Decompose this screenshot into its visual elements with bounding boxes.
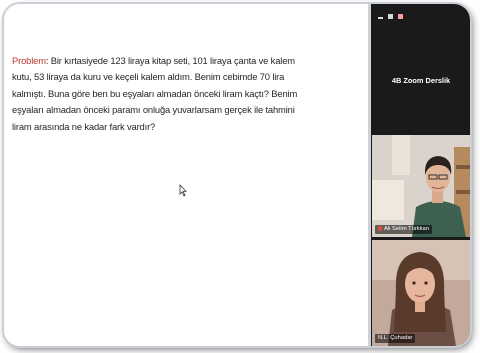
participant-name-tag: Ali Selim Türkkan bbox=[375, 224, 432, 234]
participant-name-tag: N.L. Çuhadar bbox=[375, 334, 416, 343]
muted-mic-icon bbox=[378, 225, 382, 231]
close-icon[interactable] bbox=[398, 14, 403, 19]
participant-tile[interactable]: Ali Selim Türkkan bbox=[372, 135, 470, 237]
participant-video-2 bbox=[372, 240, 470, 346]
mouse-cursor-icon bbox=[179, 184, 187, 197]
participant-name: Ali Selim Türkkan bbox=[384, 226, 429, 232]
participant-tile[interactable]: N.L. Çuhadar bbox=[372, 240, 470, 346]
participant-video-1 bbox=[372, 135, 470, 237]
shared-slide: Problem: Bir kırtasiyede 123 liraya kita… bbox=[4, 4, 368, 346]
problem-body: : Bir kırtasiyede 123 liraya kitap seti,… bbox=[12, 55, 298, 132]
screen-frame: Problem: Bir kırtasiyede 123 liraya kita… bbox=[4, 4, 470, 346]
problem-text-block: Problem: Bir kırtasiyede 123 liraya kita… bbox=[12, 53, 312, 135]
minimize-icon[interactable] bbox=[378, 17, 383, 19]
maximize-icon[interactable] bbox=[388, 14, 393, 19]
window-controls bbox=[378, 14, 403, 19]
panel-separator bbox=[368, 4, 371, 346]
problem-label: Problem bbox=[12, 55, 46, 66]
meeting-title: 4B Zoom Derslik bbox=[391, 76, 451, 85]
participant-name: N.L. Çuhadar bbox=[378, 335, 413, 341]
